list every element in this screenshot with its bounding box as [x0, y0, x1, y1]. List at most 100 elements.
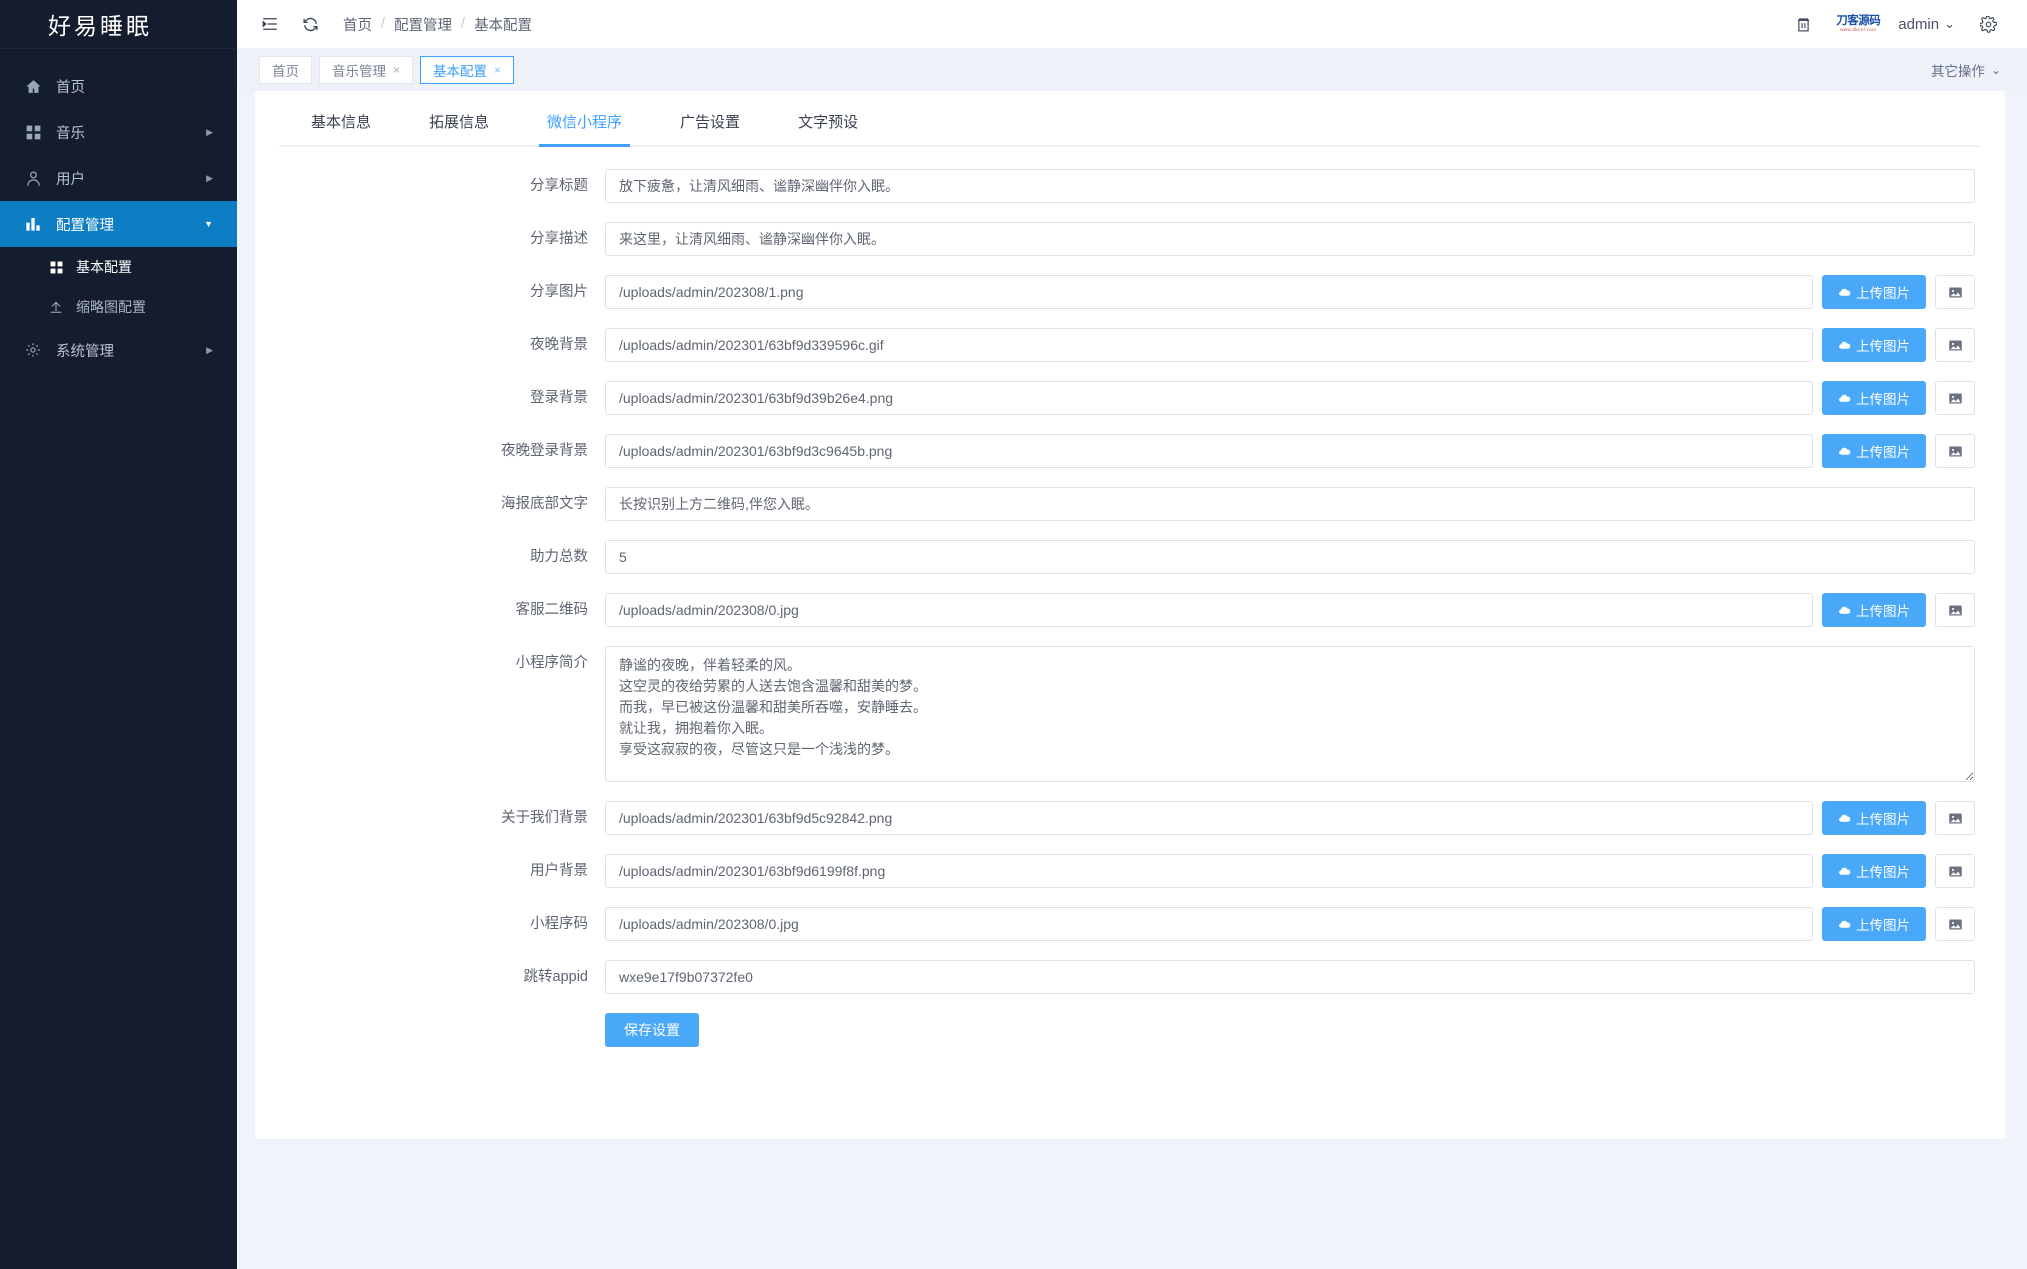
field-label: 分享图片 [530, 284, 588, 300]
field-control: 上传图片 [605, 801, 1975, 835]
upload-button-label: 上传图片 [1856, 286, 1910, 301]
preview-image-button[interactable] [1935, 907, 1975, 941]
sidebar-item-home[interactable]: 首页 [0, 63, 237, 109]
page-tab-label: 音乐管理 [332, 64, 386, 79]
field-label: 用户背景 [530, 863, 588, 879]
field-label: 小程序码 [530, 916, 588, 932]
field-control: 上传图片 [605, 434, 1975, 468]
main-area: 首页 / 配置管理 / 基本配置 刀客源码 www.dkcel.com admi… [237, 0, 2027, 1269]
grid-icon [46, 261, 66, 274]
breadcrumb-separator: / [381, 16, 386, 32]
upload-image-button[interactable]: 上传图片 [1822, 381, 1926, 415]
page-tab-music-management[interactable]: 音乐管理 × [319, 56, 414, 84]
other-operations-dropdown[interactable]: 其它操作 ⌄ [1931, 60, 2005, 80]
field-input[interactable] [605, 854, 1813, 888]
sidebar-item-thumbnail-config[interactable]: 缩略图配置 [0, 287, 237, 327]
cloud-upload-icon [1838, 865, 1851, 878]
preview-image-button[interactable] [1935, 328, 1975, 362]
cloud-upload-icon [1838, 604, 1851, 617]
preview-image-button[interactable] [1935, 854, 1975, 888]
field-input[interactable] [605, 801, 1813, 835]
cloud-upload-icon [1838, 286, 1851, 299]
cloud-upload-icon [1838, 812, 1851, 825]
breadcrumb-item-1[interactable]: 配置管理 [394, 14, 452, 35]
close-icon[interactable]: × [393, 63, 400, 77]
preview-image-button[interactable] [1935, 381, 1975, 415]
picture-icon [1948, 811, 1963, 826]
field-label: 分享描述 [530, 231, 588, 247]
field-input[interactable] [605, 540, 1975, 574]
tab-extended-info[interactable]: 拓展信息 [425, 111, 493, 145]
upload-image-button[interactable]: 上传图片 [1822, 593, 1926, 627]
chevron-right-icon: ▶ [206, 344, 213, 355]
field-input[interactable] [605, 222, 1975, 256]
field-textarea[interactable] [605, 646, 1975, 782]
sidebar-nav: 首页 音乐 ▶ 用户 ▶ 配置管理 ▼ 基本配置 缩略图配置 系统管理 ▶ [0, 49, 237, 373]
field-control [605, 960, 1975, 994]
picture-icon [1948, 917, 1963, 932]
field-input[interactable] [605, 275, 1813, 309]
tab-basic-info[interactable]: 基本信息 [307, 111, 375, 145]
breadcrumb-item-2[interactable]: 基本配置 [474, 14, 532, 35]
field-input[interactable] [605, 907, 1813, 941]
form-row: 登录背景 上传图片 [285, 381, 1975, 415]
sidebar-item-label: 配置管理 [56, 217, 114, 234]
field-input[interactable] [605, 169, 1975, 203]
preview-image-button[interactable] [1935, 275, 1975, 309]
vendor-logo-text: 刀客源码 [1836, 14, 1881, 27]
sidebar-item-label: 音乐 [56, 125, 85, 142]
user-menu[interactable]: admin ⌄ [1898, 16, 1955, 33]
upload-image-button[interactable]: 上传图片 [1822, 434, 1926, 468]
page-tab-basic-config[interactable]: 基本配置 × [420, 56, 515, 84]
field-input[interactable] [605, 960, 1975, 994]
breadcrumb-separator: / [461, 16, 466, 32]
tab-text-presets[interactable]: 文字预设 [794, 111, 862, 145]
preview-image-button[interactable] [1935, 593, 1975, 627]
field-control [605, 487, 1975, 521]
upload-image-button[interactable]: 上传图片 [1822, 854, 1926, 888]
home-icon [22, 78, 44, 95]
breadcrumb-item-0[interactable]: 首页 [343, 14, 372, 35]
trash-icon[interactable] [1788, 9, 1818, 39]
form-action-spacer [285, 1013, 605, 1047]
tab-ad-settings[interactable]: 广告设置 [676, 111, 744, 145]
sidebar-subitem-label: 基本配置 [76, 259, 132, 275]
field-control: 上传图片 [605, 593, 1975, 627]
upload-image-button[interactable]: 上传图片 [1822, 907, 1926, 941]
preview-image-button[interactable] [1935, 801, 1975, 835]
refresh-icon[interactable] [295, 9, 325, 39]
field-input[interactable] [605, 593, 1813, 627]
picture-icon [1948, 338, 1963, 353]
field-input[interactable] [605, 328, 1813, 362]
settings-gear-icon[interactable] [1973, 9, 2003, 39]
vendor-logo-subtext: www.dkcel.com [1840, 27, 1877, 32]
upload-button-label: 上传图片 [1856, 392, 1910, 407]
upload-image-button[interactable]: 上传图片 [1822, 328, 1926, 362]
sidebar-item-music[interactable]: 音乐 ▶ [0, 109, 237, 155]
field-input[interactable] [605, 434, 1813, 468]
save-settings-button[interactable]: 保存设置 [605, 1013, 699, 1047]
field-input[interactable] [605, 487, 1975, 521]
content-area: 基本信息 拓展信息 微信小程序 广告设置 文字预设 分享标题分享描述分享图片上传… [237, 91, 2027, 1269]
menu-fold-icon[interactable] [255, 9, 285, 39]
tab-wechat-miniprogram[interactable]: 微信小程序 [539, 111, 631, 147]
upload-button-label: 上传图片 [1856, 918, 1910, 933]
sidebar-item-user[interactable]: 用户 ▶ [0, 155, 237, 201]
form-row: 夜晚背景 上传图片 [285, 328, 1975, 362]
field-input[interactable] [605, 381, 1813, 415]
chevron-right-icon: ▶ [206, 172, 213, 183]
close-icon[interactable]: × [494, 63, 501, 77]
upload-image-button[interactable]: 上传图片 [1822, 275, 1926, 309]
upload-button-label: 上传图片 [1856, 445, 1910, 460]
header-actions: 刀客源码 www.dkcel.com admin ⌄ [1788, 9, 2003, 39]
sidebar-item-config-management[interactable]: 配置管理 ▼ [0, 201, 237, 247]
field-control [605, 540, 1975, 574]
preview-image-button[interactable] [1935, 434, 1975, 468]
upload-image-button[interactable]: 上传图片 [1822, 801, 1926, 835]
upload-button-label: 上传图片 [1856, 604, 1910, 619]
sidebar-item-basic-config[interactable]: 基本配置 [0, 247, 237, 287]
sidebar-item-system-management[interactable]: 系统管理 ▶ [0, 327, 237, 373]
page-tab-home[interactable]: 首页 [259, 56, 312, 84]
field-control: 上传图片 [605, 275, 1975, 309]
cloud-upload-icon [1838, 445, 1851, 458]
